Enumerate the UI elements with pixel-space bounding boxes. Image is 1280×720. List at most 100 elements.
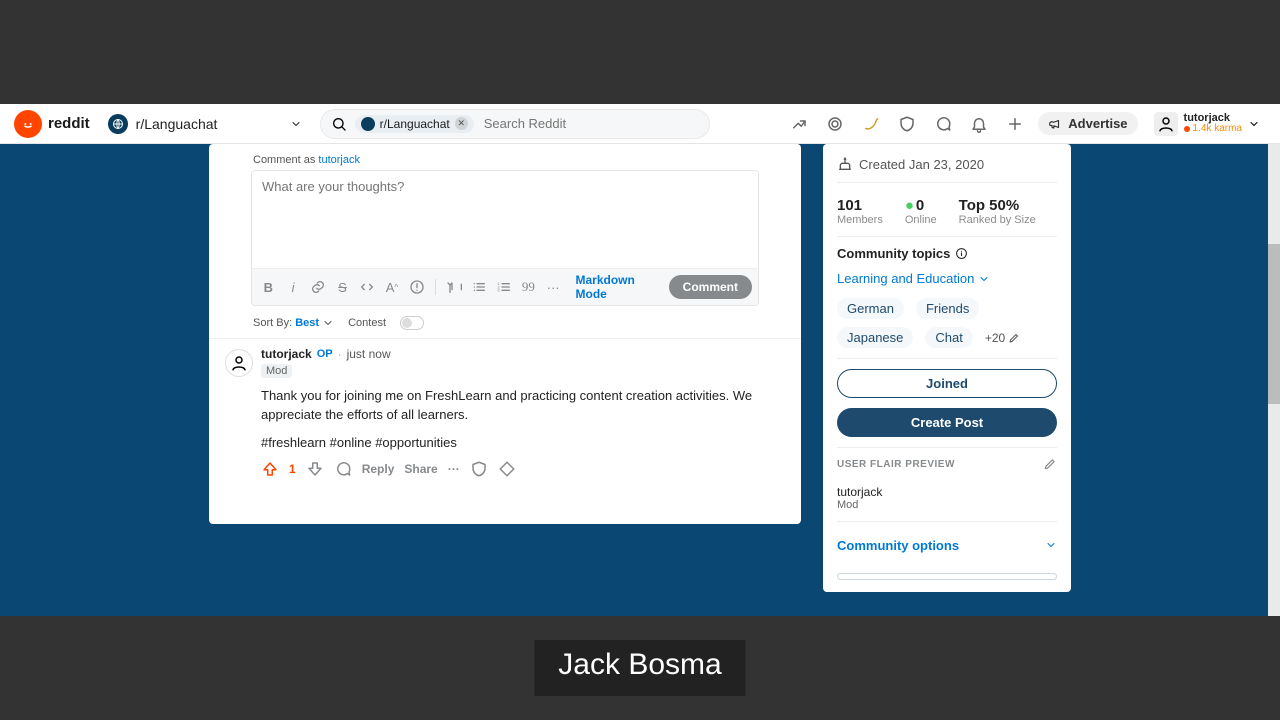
strike-button[interactable]: S — [332, 275, 353, 299]
online-label: Online — [905, 214, 937, 226]
comment-body-text: Thank you for joining me on FreshLearn a… — [261, 387, 785, 425]
topic-pill[interactable]: Friends — [916, 298, 979, 319]
op-badge: OP — [317, 348, 333, 360]
search-icon — [331, 116, 347, 132]
comment-as-label: Comment as tutorjack — [209, 154, 801, 170]
comment-as-user-link[interactable]: tutorjack — [318, 154, 360, 166]
mod-shield-icon[interactable] — [470, 460, 488, 478]
primary-topic-link[interactable]: Learning and Education — [837, 271, 1057, 286]
chip-clear-icon[interactable]: ✕ — [455, 117, 468, 130]
comment-item: tutorjack OP · just now Mod Thank you fo… — [209, 347, 801, 478]
advertise-label: Advertise — [1068, 116, 1127, 131]
karma-dot-icon — [1184, 126, 1190, 132]
chat-icon[interactable] — [930, 111, 956, 137]
advertise-button[interactable]: Advertise — [1038, 112, 1137, 135]
notifications-icon[interactable] — [966, 111, 992, 137]
vertical-scrollbar[interactable] — [1268, 144, 1280, 616]
community-topics-heading: Community topics — [837, 246, 1057, 261]
community-created: Created Jan 23, 2020 — [837, 156, 1057, 172]
quote-button[interactable]: 99 — [518, 275, 539, 299]
italic-button[interactable]: i — [283, 275, 304, 299]
info-icon[interactable] — [955, 247, 968, 260]
create-post-button[interactable]: Create Post — [837, 408, 1057, 437]
sidebar-next-card-peek — [837, 573, 1057, 580]
bullet-list-button[interactable] — [469, 275, 490, 299]
comment-actions: 1 Reply Share ··· — [261, 460, 785, 478]
community-icon — [108, 114, 128, 134]
search-input[interactable] — [482, 115, 699, 132]
submit-comment-button[interactable]: Comment — [669, 275, 752, 299]
markdown-mode-link[interactable]: Markdown Mode — [568, 273, 665, 301]
members-count: 101 — [837, 197, 883, 214]
contest-label: Contest — [348, 317, 386, 329]
heading-button[interactable] — [444, 275, 465, 299]
coin-icon[interactable] — [822, 111, 848, 137]
diamond-icon[interactable] — [498, 460, 516, 478]
scrollbar-thumb[interactable] — [1268, 244, 1280, 404]
comment-avatar-icon[interactable] — [225, 349, 253, 377]
create-post-icon[interactable] — [1002, 111, 1028, 137]
more-actions-button[interactable]: ··· — [448, 462, 460, 476]
editor-toolbar: B i S A^ 123 99 ··· Markdown Mode Commen… — [252, 268, 758, 305]
flair-heading: USER FLAIR PREVIEW — [837, 457, 1057, 471]
community-options-toggle[interactable]: Community options — [837, 532, 1057, 559]
inline-code-button[interactable] — [357, 275, 378, 299]
top-header: reddit r/Languachat r/Languachat ✕ — [0, 104, 1280, 144]
sort-row: Sort By: Best Contest — [209, 306, 801, 339]
comment-header: tutorjack OP · just now — [261, 347, 785, 361]
comment-editor: B i S A^ 123 99 ··· Markdown Mode Commen… — [251, 170, 759, 306]
superscript-button[interactable]: A^ — [382, 275, 403, 299]
user-menu[interactable]: tutorjack 1.4k karma — [1148, 110, 1266, 138]
pencil-icon — [1008, 332, 1020, 344]
rank-label: Ranked by Size — [959, 214, 1036, 226]
megaphone-icon — [1048, 117, 1062, 131]
premium-banana-icon[interactable] — [858, 111, 884, 137]
comment-author[interactable]: tutorjack — [261, 347, 312, 361]
reddit-icon — [14, 110, 42, 138]
topic-pills: German Friends Japanese Chat +20 — [837, 298, 1057, 348]
user-avatar-icon — [1154, 112, 1178, 136]
more-formatting-button[interactable]: ··· — [543, 275, 564, 299]
comment-score: 1 — [289, 462, 296, 476]
downvote-button[interactable] — [306, 460, 324, 478]
topic-pill[interactable]: Chat — [925, 327, 972, 348]
post-card: Comment as tutorjack B i S A^ 123 99 — [209, 144, 801, 524]
reply-button[interactable]: Reply — [362, 462, 395, 476]
members-label: Members — [837, 214, 883, 226]
pencil-icon[interactable] — [1043, 457, 1057, 471]
contest-toggle[interactable] — [400, 316, 424, 330]
reply-icon[interactable] — [334, 460, 352, 478]
popular-icon[interactable] — [786, 111, 812, 137]
svg-text:3: 3 — [497, 288, 500, 293]
flair-mod-badge: Mod — [837, 499, 1057, 511]
chevron-down-icon — [322, 317, 334, 329]
comment-hashtags: #freshlearn #online #opportunities — [261, 435, 785, 450]
search-bar[interactable]: r/Languachat ✕ — [320, 109, 710, 139]
online-count: ●0 — [905, 197, 937, 214]
joined-button[interactable]: Joined — [837, 369, 1057, 398]
upvote-button[interactable] — [261, 460, 279, 478]
shield-icon[interactable] — [894, 111, 920, 137]
chevron-down-icon — [290, 118, 302, 130]
chip-community-icon — [361, 117, 375, 131]
community-selector[interactable]: r/Languachat — [100, 110, 310, 138]
search-scope-chip[interactable]: r/Languachat ✕ — [355, 115, 474, 133]
comment-time: just now — [347, 347, 391, 361]
topic-pill[interactable]: Japanese — [837, 327, 913, 348]
letterbox-bottom: Jack Bosma — [0, 616, 1280, 720]
comment-textarea[interactable] — [252, 171, 758, 263]
topic-pill[interactable]: German — [837, 298, 904, 319]
chevron-down-icon — [978, 273, 990, 285]
reddit-logo[interactable]: reddit — [14, 110, 90, 138]
share-button[interactable]: Share — [404, 462, 437, 476]
community-stats: 101 Members ●0 Online Top 50% Ranked by … — [837, 193, 1057, 226]
mod-badge: Mod — [261, 364, 292, 378]
spoiler-button[interactable] — [406, 275, 427, 299]
page-body: Comment as tutorjack B i S A^ 123 99 — [0, 144, 1280, 616]
number-list-button[interactable]: 123 — [493, 275, 514, 299]
sort-label[interactable]: Sort By: Best — [253, 317, 334, 329]
bold-button[interactable]: B — [258, 275, 279, 299]
app-window: reddit r/Languachat r/Languachat ✕ — [0, 104, 1280, 616]
more-topics[interactable]: +20 — [985, 327, 1020, 348]
link-button[interactable] — [307, 275, 328, 299]
